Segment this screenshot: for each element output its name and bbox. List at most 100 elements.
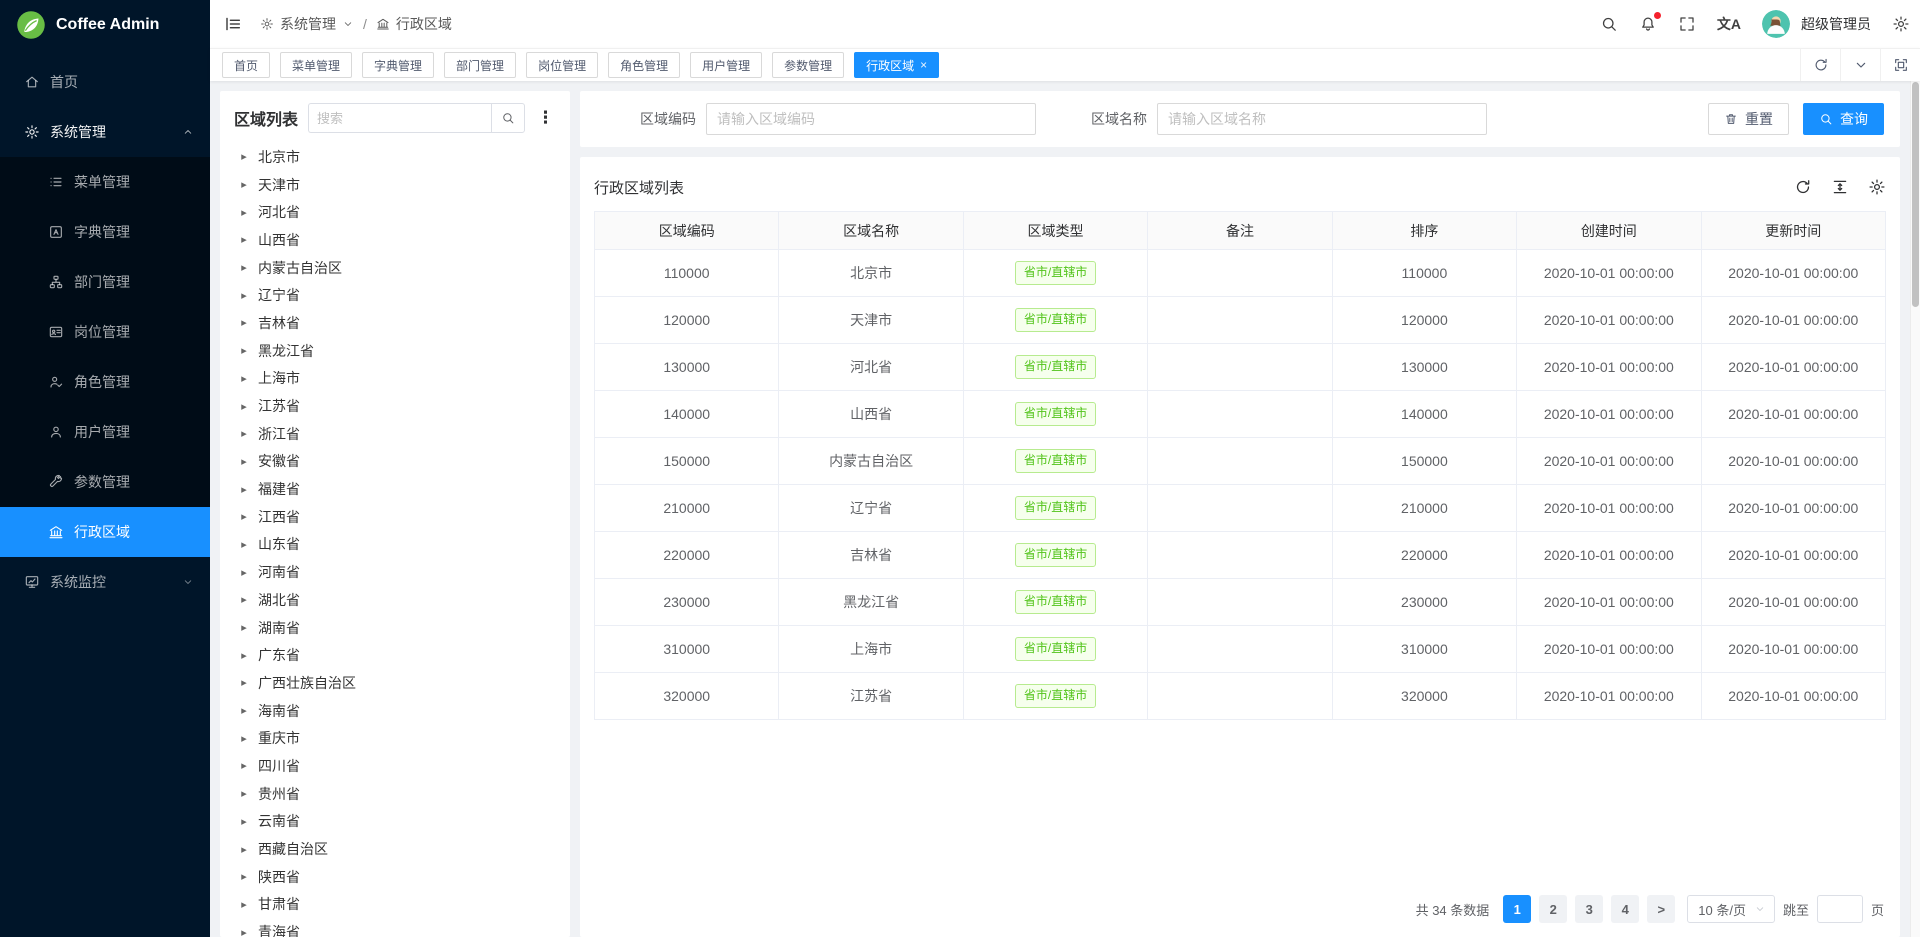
tree-item[interactable]: ▸ 湖南省 — [234, 614, 556, 642]
caret-right-icon[interactable]: ▸ — [239, 759, 249, 772]
tree-search-button[interactable] — [491, 103, 525, 133]
caret-right-icon[interactable]: ▸ — [239, 400, 249, 413]
tree-item[interactable]: ▸ 内蒙古自治区 — [234, 254, 556, 282]
caret-right-icon[interactable]: ▸ — [239, 593, 249, 606]
tree-item[interactable]: ▸ 浙江省 — [234, 420, 556, 448]
tree-item[interactable]: ▸ 上海市 — [234, 365, 556, 393]
caret-right-icon[interactable]: ▸ — [239, 815, 249, 828]
caret-right-icon[interactable]: ▸ — [239, 427, 249, 440]
tree-item[interactable]: ▸ 北京市 — [234, 143, 556, 171]
tree-item[interactable]: ▸ 广西壮族自治区 — [234, 669, 556, 697]
caret-right-icon[interactable]: ▸ — [239, 483, 249, 496]
tree-item[interactable]: ▸ 云南省 — [234, 808, 556, 836]
tree-item[interactable]: ▸ 甘肃省 — [234, 891, 556, 919]
jump-page-input[interactable] — [1817, 895, 1863, 923]
tree-item[interactable]: ▸ 贵州省 — [234, 780, 556, 808]
sidebar-subitem[interactable]: 部门管理 — [0, 257, 210, 307]
tab[interactable]: 用户管理 — [690, 52, 762, 78]
page-button[interactable]: 3 — [1575, 895, 1603, 923]
page-button[interactable]: 1 — [1503, 895, 1531, 923]
notifications-button[interactable] — [1639, 15, 1657, 33]
tree-item[interactable]: ▸ 天津市 — [234, 171, 556, 199]
reset-button[interactable]: 重置 — [1708, 103, 1789, 135]
caret-right-icon[interactable]: ▸ — [239, 898, 249, 911]
caret-right-icon[interactable]: ▸ — [239, 787, 249, 800]
caret-right-icon[interactable]: ▸ — [239, 344, 249, 357]
caret-right-icon[interactable]: ▸ — [239, 732, 249, 745]
avatar-icon[interactable] — [1762, 10, 1790, 38]
sidebar-item-monitor[interactable]: 系统监控 — [0, 557, 210, 607]
tab[interactable]: 岗位管理 — [526, 52, 598, 78]
sidebar-subitem[interactable]: 岗位管理 — [0, 307, 210, 357]
settings-icon[interactable] — [1868, 178, 1886, 196]
density-icon[interactable] — [1831, 178, 1849, 196]
search-icon[interactable] — [1600, 15, 1618, 33]
settings-icon[interactable] — [1892, 15, 1910, 33]
tree-item[interactable]: ▸ 黑龙江省 — [234, 337, 556, 365]
tree-item[interactable]: ▸ 海南省 — [234, 697, 556, 725]
page-size-select[interactable]: 10 条/页 — [1687, 895, 1775, 923]
window-scrollbar[interactable] — [1910, 81, 1920, 937]
region-code-input[interactable] — [706, 103, 1036, 135]
tree-item[interactable]: ▸ 吉林省 — [234, 309, 556, 337]
caret-right-icon[interactable]: ▸ — [239, 206, 249, 219]
caret-right-icon[interactable]: ▸ — [239, 566, 249, 579]
sidebar-item-system[interactable]: 系统管理 — [0, 107, 210, 157]
tab[interactable]: 菜单管理 — [280, 52, 352, 78]
sidebar-subitem[interactable]: 参数管理 — [0, 457, 210, 507]
app-logo[interactable]: Coffee Admin — [0, 0, 210, 49]
sidebar-subitem[interactable]: 字典管理 — [0, 207, 210, 257]
tree-item[interactable]: ▸ 河南省 — [234, 558, 556, 586]
caret-right-icon[interactable]: ▸ — [239, 372, 249, 385]
tab[interactable]: 首页 — [222, 52, 270, 78]
sidebar-item-home[interactable]: 首页 — [0, 57, 210, 107]
caret-right-icon[interactable]: ▸ — [239, 455, 249, 468]
tab[interactable]: 参数管理 — [772, 52, 844, 78]
tree-item[interactable]: ▸ 山东省 — [234, 531, 556, 559]
tree-item[interactable]: ▸ 山西省 — [234, 226, 556, 254]
sidebar-subitem[interactable]: 行政区域 — [0, 507, 210, 557]
caret-right-icon[interactable]: ▸ — [239, 676, 249, 689]
kebab-icon[interactable]: ⋮ — [535, 108, 556, 128]
caret-right-icon[interactable]: ▸ — [239, 621, 249, 634]
next-page-button[interactable]: > — [1647, 895, 1675, 923]
tree-item[interactable]: ▸ 西藏自治区 — [234, 835, 556, 863]
caret-right-icon[interactable]: ▸ — [239, 870, 249, 883]
caret-right-icon[interactable]: ▸ — [239, 510, 249, 523]
sidebar-subitem[interactable]: 菜单管理 — [0, 157, 210, 207]
caret-right-icon[interactable]: ▸ — [239, 538, 249, 551]
page-button[interactable]: 4 — [1611, 895, 1639, 923]
caret-right-icon[interactable]: ▸ — [239, 178, 249, 191]
tree-item[interactable]: ▸ 江苏省 — [234, 392, 556, 420]
fullscreen-icon[interactable] — [1678, 15, 1696, 33]
caret-right-icon[interactable]: ▸ — [239, 233, 249, 246]
sidebar-subitem[interactable]: 角色管理 — [0, 357, 210, 407]
breadcrumb-system[interactable]: 系统管理 — [260, 14, 354, 34]
caret-right-icon[interactable]: ▸ — [239, 926, 249, 937]
tree-item[interactable]: ▸ 重庆市 — [234, 724, 556, 752]
tree-search-input[interactable] — [308, 103, 491, 133]
caret-right-icon[interactable]: ▸ — [239, 150, 249, 163]
caret-right-icon[interactable]: ▸ — [239, 316, 249, 329]
caret-right-icon[interactable]: ▸ — [239, 704, 249, 717]
translate-icon[interactable]: 文A — [1717, 14, 1741, 34]
tree-item[interactable]: ▸ 福建省 — [234, 475, 556, 503]
caret-right-icon[interactable]: ▸ — [239, 289, 249, 302]
tree-item[interactable]: ▸ 广东省 — [234, 641, 556, 669]
tab[interactable]: 角色管理 — [608, 52, 680, 78]
current-user-name[interactable]: 超级管理员 — [1801, 14, 1871, 34]
refresh-icon[interactable] — [1794, 178, 1812, 196]
tab[interactable]: 部门管理 — [444, 52, 516, 78]
caret-right-icon[interactable]: ▸ — [239, 261, 249, 274]
tab[interactable]: 字典管理 — [362, 52, 434, 78]
region-name-input[interactable] — [1157, 103, 1487, 135]
tree-item[interactable]: ▸ 陕西省 — [234, 863, 556, 891]
tree-item[interactable]: ▸ 湖北省 — [234, 586, 556, 614]
tree-item[interactable]: ▸ 青海省 — [234, 918, 556, 937]
maximize-icon[interactable] — [1880, 49, 1920, 81]
scrollbar-thumb[interactable] — [1912, 82, 1919, 307]
tree-item[interactable]: ▸ 河北省 — [234, 198, 556, 226]
refresh-icon[interactable] — [1800, 49, 1840, 81]
tab[interactable]: 行政区域 × — [854, 52, 939, 78]
tree-item[interactable]: ▸ 江西省 — [234, 503, 556, 531]
